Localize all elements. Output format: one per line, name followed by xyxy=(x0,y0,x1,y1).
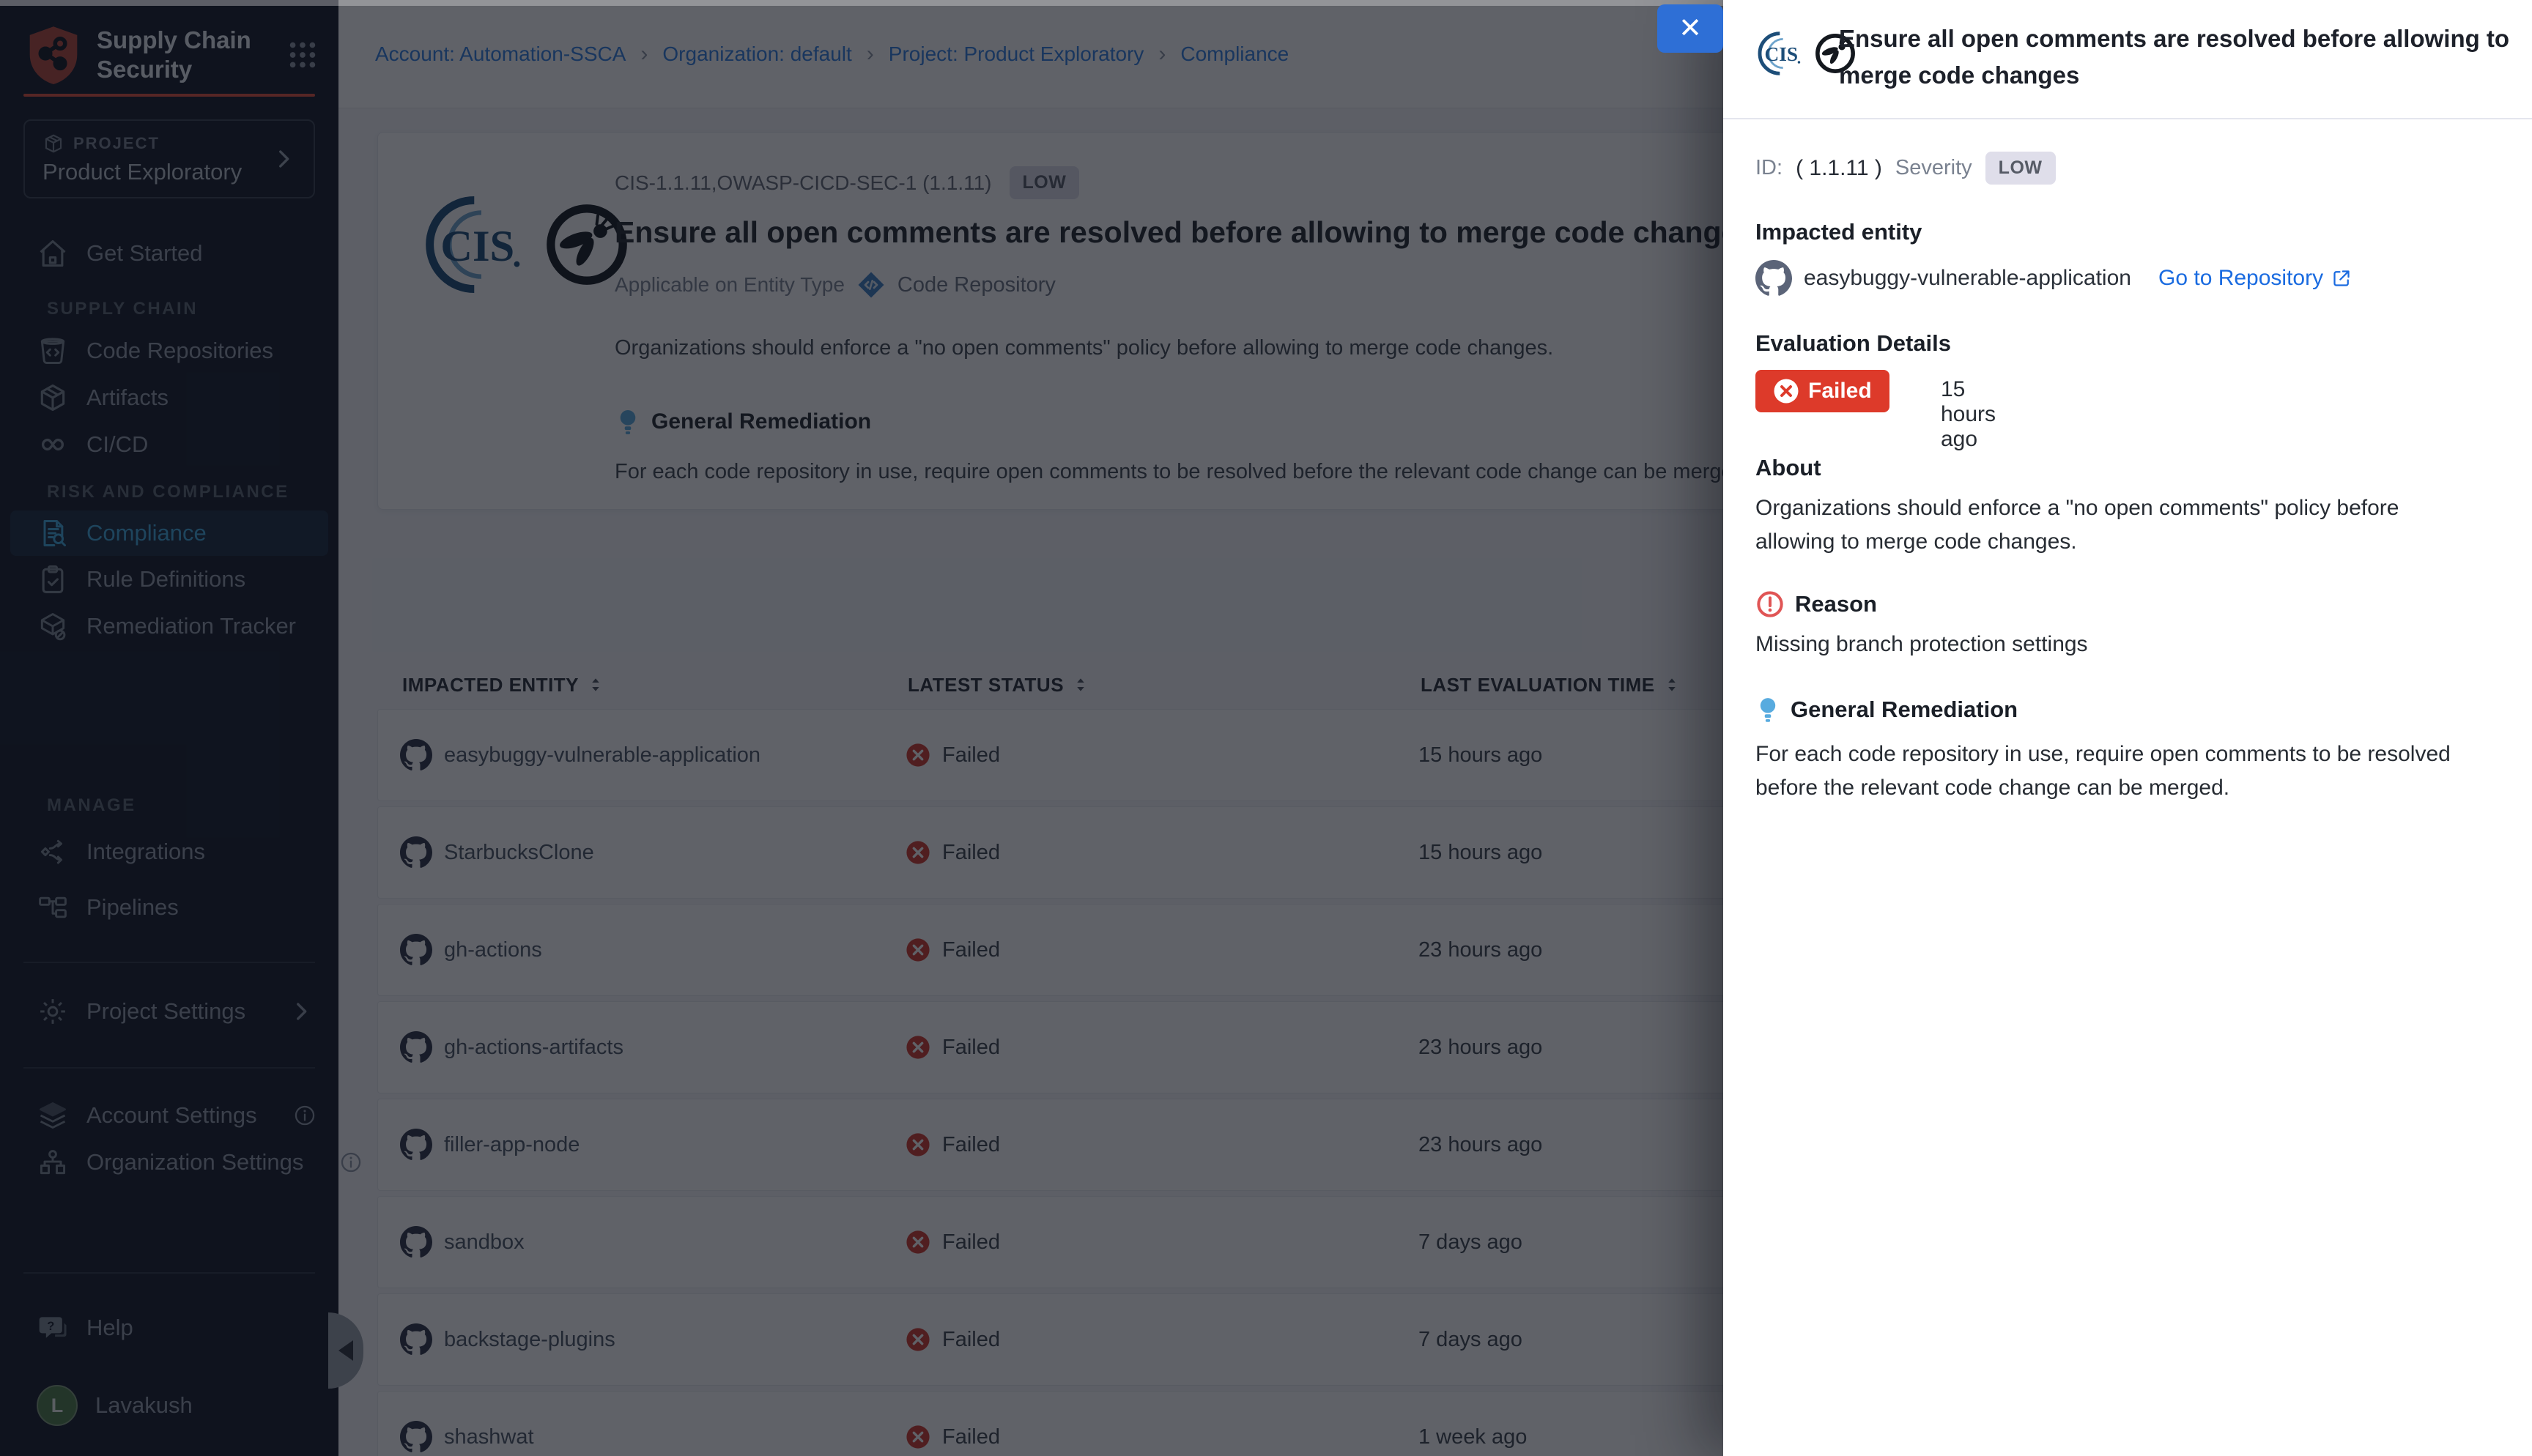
general-remediation-text: For each code repository in use, require… xyxy=(1755,738,2466,805)
reason-heading-row: Reason xyxy=(1755,590,1877,619)
rule-id-row: ID: ( 1.1.11 ) Severity LOW xyxy=(1755,152,2056,185)
app-root: Supply Chain Security PROJECT Product Ex… xyxy=(0,0,2532,1456)
id-label: ID: xyxy=(1755,156,1783,180)
evaluation-status-row: Failed 15 hours ago xyxy=(1755,370,1889,412)
status-label: Failed xyxy=(1808,379,1872,404)
failed-status-badge: Failed xyxy=(1755,370,1889,412)
entity-name: easybuggy-vulnerable-application xyxy=(1804,266,2131,291)
cis-logo-icon xyxy=(1751,29,1804,78)
evaluation-details-heading: Evaluation Details xyxy=(1755,330,1951,357)
evaluation-time: 15 hours ago xyxy=(1941,377,1996,452)
external-link-icon xyxy=(2331,267,2353,289)
reason-heading: Reason xyxy=(1795,591,1877,617)
general-remediation-heading: General Remediation xyxy=(1791,697,2018,723)
severity-badge: LOW xyxy=(1985,152,2056,185)
severity-label: Severity xyxy=(1895,156,1972,180)
alert-circle-icon xyxy=(1755,590,1785,619)
id-value: ( 1.1.11 ) xyxy=(1796,156,1882,181)
go-to-repository-link[interactable]: Go to Repository xyxy=(2158,266,2353,291)
about-text: Organizations should enforce a "no open … xyxy=(1755,491,2459,559)
failed-x-icon xyxy=(1773,378,1799,404)
impacted-entity-heading: Impacted entity xyxy=(1755,219,1922,245)
impacted-entity-row: easybuggy-vulnerable-application Go to R… xyxy=(1755,260,2491,297)
panel-title: Ensure all open comments are resolved be… xyxy=(1839,21,2520,94)
reason-text: Missing branch protection settings xyxy=(1755,632,2088,657)
about-heading: About xyxy=(1755,455,1821,481)
go-to-repository-label: Go to Repository xyxy=(2158,266,2323,291)
rule-detail-panel: Ensure all open comments are resolved be… xyxy=(1723,0,2532,1456)
panel-header: Ensure all open comments are resolved be… xyxy=(1723,0,2532,119)
close-panel-button[interactable]: ✕ xyxy=(1657,4,1723,53)
github-icon xyxy=(1755,260,1792,297)
lightbulb-icon xyxy=(1755,695,1780,724)
general-remediation-heading-row: General Remediation xyxy=(1755,695,2018,724)
